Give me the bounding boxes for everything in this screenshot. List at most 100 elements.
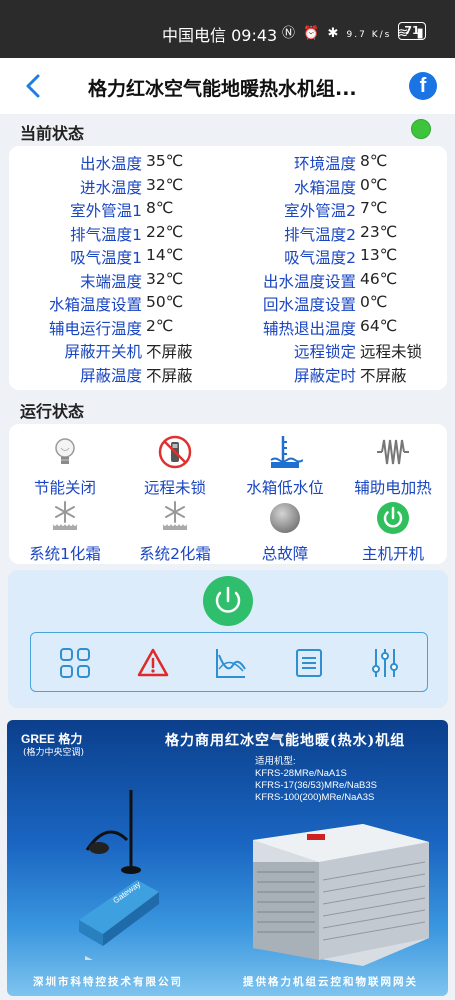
status-tile-energy-saving: 节能关闭 (9, 434, 121, 500)
power-button[interactable] (203, 576, 253, 626)
param-value: 32℃ (146, 175, 184, 194)
param-label: 回水温度设置 (262, 296, 356, 314)
run-status-heading: 运行状态 (20, 402, 85, 421)
gateway-device-image (79, 790, 159, 960)
model-line: KFRS-28MRe/NaA1S (255, 768, 347, 779)
param-value: 35℃ (146, 152, 184, 170)
param-label: 室外管温1 (70, 202, 142, 220)
carrier-time: 中国电信 09:43 (162, 26, 278, 45)
status-tile-aux-heater: 辅助电加热 (337, 434, 449, 500)
param-value: 7℃ (360, 199, 388, 217)
param-row: 屏蔽开关机 不屏蔽 远程锁定 远程未锁 (9, 340, 447, 363)
heat-pump-unit-image (253, 824, 429, 966)
run-status-card: 节能关闭 远程未锁 水箱低水位 辅助电加热 系统1化霜 系统2化霜 总故障 主机… (9, 424, 447, 564)
param-row: 室外管温1 8℃ 室外管温2 7℃ (9, 199, 447, 222)
app-header: 格力红冰空气能地暖热水机组... f (0, 58, 455, 114)
function-toolbar (30, 632, 428, 692)
models-label: 适用机型: (255, 756, 296, 767)
status-tile-water-level: 水箱低水位 (229, 434, 341, 500)
param-label: 出水温度 (79, 155, 142, 173)
page-title: 格力红冰空气能地暖热水机组... (88, 78, 357, 100)
status-tile-defrost-1: 系统1化霜 (9, 500, 121, 566)
param-value: 8℃ (360, 152, 388, 170)
param-value: 13℃ (360, 246, 398, 264)
param-value: 14℃ (146, 246, 184, 264)
water-level-low-icon (270, 436, 303, 468)
model-line: KFRS-17(36/53)MRe/NaB3S (255, 780, 377, 791)
param-label: 远程锁定 (293, 343, 356, 361)
net-speed: 9.7 K/s (346, 30, 392, 40)
defrost-icon (53, 501, 77, 530)
param-row: 吸气温度1 14℃ 吸气温度2 13℃ (9, 246, 447, 269)
param-row: 排气温度1 22℃ 排气温度2 23℃ (9, 223, 447, 246)
param-value: 2℃ (146, 316, 174, 335)
nfc-icon: Ⓝ (282, 26, 298, 41)
param-value: 不屏蔽 (360, 366, 407, 385)
document-list-icon[interactable] (293, 647, 325, 679)
param-row: 水箱温度设置 50℃ 回水温度设置 0℃ (9, 293, 447, 316)
param-row: 屏蔽温度 不屏蔽 屏蔽定时 不屏蔽 (9, 364, 447, 387)
param-label: 辅热退出温度 (262, 319, 356, 338)
param-value: 23℃ (360, 222, 398, 241)
param-label: 进水温度 (79, 178, 142, 197)
param-label: 排气温度2 (284, 225, 356, 244)
electric-heater-icon (377, 439, 409, 465)
param-label: 室外管温2 (284, 202, 356, 220)
remote-unlocked-icon (158, 435, 192, 469)
param-row: 进水温度 32℃ 水箱温度 0℃ (9, 176, 447, 199)
banner-footer-company: 深圳市科特控技术有限公司 (33, 976, 183, 988)
param-label: 辅电运行温度 (48, 319, 142, 338)
tile-label: 水箱低水位 (246, 479, 324, 497)
chevron-left-icon[interactable] (22, 72, 46, 100)
tile-label: 节能关闭 (33, 479, 96, 497)
system-status-bar: 中国电信 09:43 Ⓝ ⏰ ✱ 9.7 K/s ≋ ▮ 71 (0, 0, 455, 58)
param-label: 屏蔽定时 (293, 366, 356, 385)
param-value: 0℃ (360, 175, 388, 194)
param-label: 排气温度1 (70, 225, 142, 244)
parameters-card: 出水温度 35℃ 环境温度 8℃ 进水温度 32℃ 水箱温度 0℃ 室外管温1 … (9, 146, 447, 390)
online-status-indicator (411, 119, 431, 139)
banner-models: 适用机型: KFRS-28MRe/NaA1S KFRS-17(36/53)MRe… (255, 756, 377, 804)
menu-grid-icon[interactable] (59, 647, 91, 679)
param-label: 吸气温度1 (70, 249, 142, 267)
facebook-icon[interactable]: f (409, 72, 437, 100)
status-tile-defrost-2: 系统2化霜 (119, 500, 231, 566)
control-panel (8, 570, 448, 708)
tile-label: 系统2化霜 (139, 545, 211, 563)
param-label: 屏蔽温度 (79, 366, 142, 385)
current-status-heading: 当前状态 (20, 124, 85, 143)
param-label: 水箱温度 (293, 178, 356, 197)
param-label: 末端温度 (79, 272, 142, 291)
alarm-warning-icon[interactable] (137, 647, 169, 679)
curve-chart-icon[interactable] (215, 647, 247, 679)
banner-footer-slogan: 提供格力机组云控和物联网网关 (243, 976, 418, 988)
bluetooth-icon: ✱ (327, 26, 341, 41)
tile-label: 系统1化霜 (29, 545, 101, 563)
battery-level: 71 (404, 24, 420, 37)
param-value: 22℃ (146, 222, 184, 241)
battery-icon: 71 (398, 22, 426, 40)
alarm-icon: ⏰ (303, 26, 322, 41)
param-label: 水箱温度设置 (48, 296, 142, 314)
status-tile-fault: 总故障 (229, 500, 341, 566)
param-label: 环境温度 (293, 155, 356, 173)
param-value: 8℃ (146, 199, 174, 217)
lightbulb-icon (55, 438, 75, 464)
tile-label: 远程未锁 (143, 479, 206, 497)
settings-sliders-icon[interactable] (369, 647, 401, 679)
param-row: 出水温度 35℃ 环境温度 8℃ (9, 152, 447, 175)
promo-banner[interactable]: GREE 格力 (格力中央空调) 格力商用红冰空气能地暖(热水)机组 适用机型:… (7, 720, 448, 996)
param-row: 末端温度 32℃ 出水温度设置 46℃ (9, 270, 447, 293)
param-value: 32℃ (146, 269, 184, 288)
power-icon (215, 586, 241, 613)
param-value: 不屏蔽 (146, 343, 193, 361)
param-value: 远程未锁 (360, 343, 423, 361)
banner-title: 格力商用红冰空气能地暖(热水)机组 (165, 733, 406, 749)
fault-indicator-icon (270, 503, 300, 533)
tile-label: 主机开机 (361, 545, 424, 563)
param-value: 不屏蔽 (146, 366, 193, 385)
param-label: 吸气温度2 (284, 249, 356, 267)
gree-logo-sub: (格力中央空调) (23, 748, 85, 758)
status-tile-host-on: 主机开机 (337, 500, 449, 566)
param-value: 64℃ (360, 316, 398, 335)
